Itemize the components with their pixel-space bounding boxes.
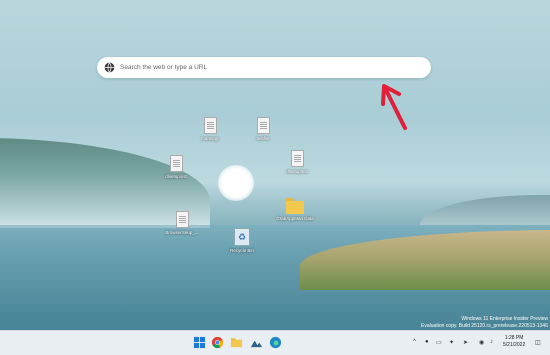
desktop-icon-installer[interactable]: dlsetupinst [156, 155, 196, 179]
clock-time: 1:28 PM [504, 335, 524, 341]
desktop-icon-label: Recycle Bin [230, 248, 254, 253]
chrome-icon[interactable] [211, 336, 224, 349]
notifications-icon[interactable]: ◫ [535, 339, 541, 346]
desktop-icon-label: mattepgr [201, 136, 219, 141]
folder-tray-icon[interactable]: ▭ [436, 339, 442, 346]
sun [218, 165, 254, 201]
desktop-icon-file[interactable]: mattepgr [190, 117, 230, 141]
file-explorer-icon[interactable] [230, 336, 243, 349]
desktop-icon-folder[interactable]: GrabAppMan Data [275, 198, 315, 221]
desktop-icon-file[interactable]: BrowserSeup_... [162, 211, 202, 235]
desktop-icon-label: dlsetupinst [165, 174, 187, 179]
file-icon [256, 117, 270, 134]
desktop-icon-label: BrowserSeup_... [165, 230, 199, 235]
installer-icon [169, 155, 183, 172]
installer-icon [290, 150, 304, 167]
volume-icon[interactable]: ♪ [490, 339, 493, 345]
red-arrow-annotation [381, 84, 407, 130]
desktop-icon-label: GrabAppMan Data [276, 216, 314, 221]
search-input[interactable]: Search the web or type a URL [120, 64, 207, 71]
windows-watermark: Windows 11 Enterprise Insider Preview Ev… [421, 316, 548, 329]
taskbar: ^ ● ▭ ✦ ➤ ◉ ♪ 1:28 PM 5/21/2022 ◫ [0, 330, 550, 355]
bluetooth-icon[interactable]: ✦ [449, 339, 454, 346]
search-widget[interactable]: Search the web or type a URL [97, 57, 431, 78]
globe-icon [104, 62, 115, 73]
clock-date: 5/21/2022 [503, 342, 526, 348]
desktop-icon-label: dlsetupinst [286, 169, 308, 174]
edge-icon[interactable] [269, 336, 282, 349]
clock[interactable]: 1:28 PM 5/21/2022 [503, 335, 525, 349]
file-icon [175, 211, 189, 228]
windows-start-icon[interactable] [193, 336, 206, 349]
photos-icon[interactable] [250, 336, 263, 349]
recycle-bin-icon: ♻ [234, 228, 250, 246]
desktop-icon-recycle-bin[interactable]: ♻ Recycle Bin [222, 228, 262, 253]
folder-icon [286, 198, 304, 214]
send-icon[interactable]: ➤ [463, 339, 468, 346]
network-icon[interactable]: ◉ [479, 339, 484, 346]
desktop: Search the web or type a URL mattepgr te… [0, 0, 550, 330]
file-icon [203, 117, 217, 134]
hills-right [420, 195, 550, 225]
desktop-icon-installer[interactable]: dlsetupinst [277, 150, 317, 174]
desktop-icon-file[interactable]: testfile [243, 117, 283, 141]
desktop-icon-label: testfile [256, 136, 270, 141]
watermark-line: Evaluation copy. Build 25120.rs_prerelea… [421, 322, 548, 329]
defender-icon[interactable]: ● [425, 339, 429, 345]
tray-overflow-chevron[interactable]: ^ [413, 339, 416, 345]
